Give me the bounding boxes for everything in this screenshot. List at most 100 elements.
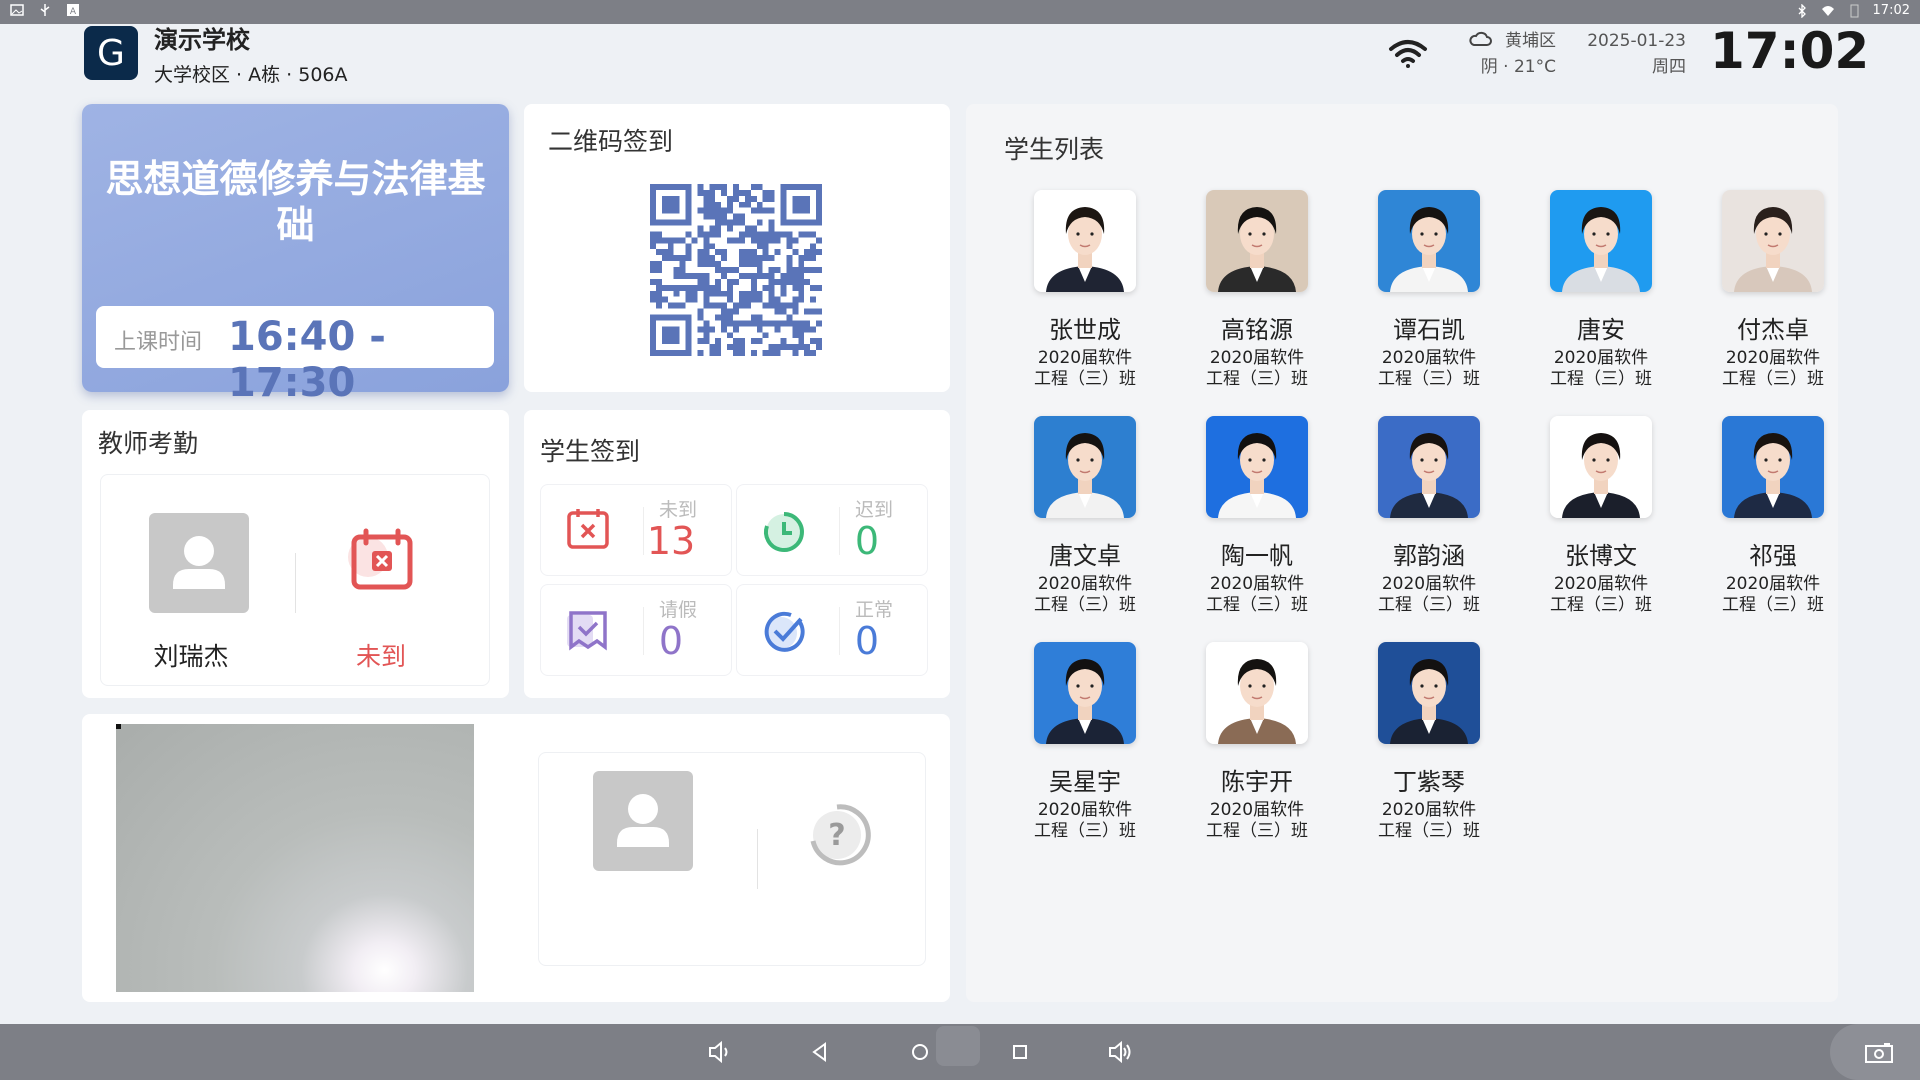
student-photo	[1550, 190, 1652, 292]
student-class: 2020届软件 工程（三）班	[1174, 574, 1340, 616]
volume-down-icon[interactable]	[706, 1038, 734, 1066]
student-class-line2: 工程（三）班	[1722, 369, 1824, 389]
unknown-status-icon: ?	[810, 804, 871, 866]
date-text: 2025-01-23	[1587, 31, 1686, 51]
course-card: 思想道德修养与法律基础 上课时间 16:40 - 17:30	[82, 104, 509, 406]
stat-absent-value: 13	[646, 519, 696, 563]
recognized-avatar	[593, 771, 693, 871]
school-name: 演示学校	[154, 26, 250, 54]
student-class-line2: 工程（三）班	[1378, 369, 1480, 389]
course-title: 思想道德修养与法律基础	[105, 157, 486, 247]
student-class-line1: 2020届软件	[1553, 574, 1649, 594]
stat-normal: 正常 0	[736, 584, 928, 676]
qr-signin-title: 二维码签到	[548, 127, 674, 156]
stat-absent: 未到 13	[540, 484, 732, 576]
stat-leave: 请假 0	[540, 584, 732, 676]
student-name: 丁紫琴	[1393, 768, 1465, 796]
student-class-line1: 2020届软件	[1725, 574, 1821, 594]
student-class: 2020届软件 工程（三）班	[1690, 574, 1856, 616]
battery-icon	[1850, 4, 1859, 17]
usb-icon	[40, 4, 50, 16]
student-photo	[1378, 190, 1480, 292]
student-class-line2: 工程（三）班	[1206, 821, 1308, 841]
student-class-line2: 工程（三）班	[1550, 595, 1652, 615]
screenshot-button[interactable]	[1830, 1024, 1920, 1080]
svg-text:A: A	[70, 7, 77, 17]
student-name: 吴星宇	[1049, 768, 1121, 796]
recents-icon[interactable]	[1006, 1038, 1034, 1066]
absent-icon	[567, 509, 609, 549]
student-class: 2020届软件 工程（三）班	[1174, 348, 1340, 390]
student-name: 陶一帆	[1221, 542, 1293, 570]
home-pill	[936, 1026, 980, 1066]
divider	[295, 553, 296, 613]
stat-leave-label: 请假	[659, 599, 698, 621]
course-time-box: 上课时间 16:40 - 17:30	[96, 306, 494, 406]
clock: 17:02	[1710, 22, 1870, 80]
student-class: 2020届软件 工程（三）班	[1518, 574, 1684, 616]
cloud-icon	[1469, 31, 1492, 46]
image-notification-icon	[10, 4, 24, 16]
student-class-line2: 工程（三）班	[1034, 821, 1136, 841]
stat-normal-value: 0	[854, 619, 880, 663]
student-photo	[1206, 190, 1308, 292]
student-name: 付杰卓	[1737, 316, 1809, 344]
status-bar: A 17:02	[0, 0, 1920, 24]
student-name: 郭韵涵	[1393, 542, 1465, 570]
stat-absent-label: 未到	[659, 499, 698, 521]
student-class: 2020届软件 工程（三）班	[1518, 348, 1684, 390]
user-icon	[617, 794, 669, 847]
absent-calendar-icon	[348, 528, 413, 590]
student-class-line2: 工程（三）班	[1378, 595, 1480, 615]
stat-late: 迟到 0	[736, 484, 928, 576]
divider	[757, 829, 758, 889]
student-name: 唐安	[1577, 316, 1625, 344]
student-list-card: 学生列表 张世成 2020届软件 工程（三）班 高铭源 2020届软件 工程（三）班 谭石凯…	[966, 104, 1838, 1002]
stat-normal-label: 正常	[855, 599, 894, 621]
home-icon[interactable]	[906, 1038, 934, 1066]
student-photo	[1550, 416, 1652, 518]
student-class-line2: 工程（三）班	[1034, 595, 1136, 615]
back-icon[interactable]	[806, 1038, 834, 1066]
check-circle-icon	[764, 611, 805, 652]
weekday-text: 周四	[1652, 57, 1686, 77]
student-name: 张世成	[1049, 316, 1121, 344]
date-widget: 2025-01-23 周四	[1580, 28, 1686, 80]
student-class-line1: 2020届软件	[1037, 800, 1133, 820]
student-class-line2: 工程（三）班	[1378, 821, 1480, 841]
student-class-line1: 2020届软件	[1381, 800, 1477, 820]
clock-icon	[763, 512, 804, 552]
student-photo	[1206, 416, 1308, 518]
student-class-line2: 工程（三）班	[1722, 595, 1824, 615]
weather-desc: 阴 · 21°C	[1480, 57, 1556, 77]
student-photo	[1034, 416, 1136, 518]
teacher-attendance-title: 教师考勤	[98, 429, 199, 458]
student-class-line2: 工程（三）班	[1206, 595, 1308, 615]
teacher-status: 未到	[355, 642, 406, 671]
student-class-line1: 2020届软件	[1553, 348, 1649, 368]
svg-text:?: ?	[828, 818, 845, 853]
student-class-line1: 2020届软件	[1209, 800, 1305, 820]
student-list-title: 学生列表	[1004, 135, 1105, 164]
recognition-result-panel: ?	[538, 752, 926, 966]
student-photo	[1722, 416, 1824, 518]
student-class-line1: 2020届软件	[1209, 574, 1305, 594]
student-class-line1: 2020届软件	[1037, 348, 1133, 368]
student-class: 2020届软件 工程（三）班	[1346, 574, 1512, 616]
user-icon	[173, 536, 225, 589]
school-logo: G	[84, 26, 138, 80]
weather-widget: 黄埔区 阴 · 21°C	[1464, 28, 1556, 80]
student-signin-title: 学生签到	[540, 437, 641, 466]
student-photo	[1378, 416, 1480, 518]
student-photo	[1034, 642, 1136, 744]
course-time-value: 16:40 - 17:30	[228, 314, 386, 406]
qr-code[interactable]	[650, 184, 822, 356]
student-name: 高铭源	[1221, 316, 1293, 344]
student-class-line1: 2020届软件	[1037, 574, 1133, 594]
student-class-line1: 2020届软件	[1381, 348, 1477, 368]
volume-up-icon[interactable]	[1106, 1038, 1134, 1066]
leave-icon	[567, 611, 607, 651]
student-class: 2020届软件 工程（三）班	[1002, 574, 1168, 616]
student-name: 谭石凯	[1393, 316, 1465, 344]
student-photo	[1722, 190, 1824, 292]
